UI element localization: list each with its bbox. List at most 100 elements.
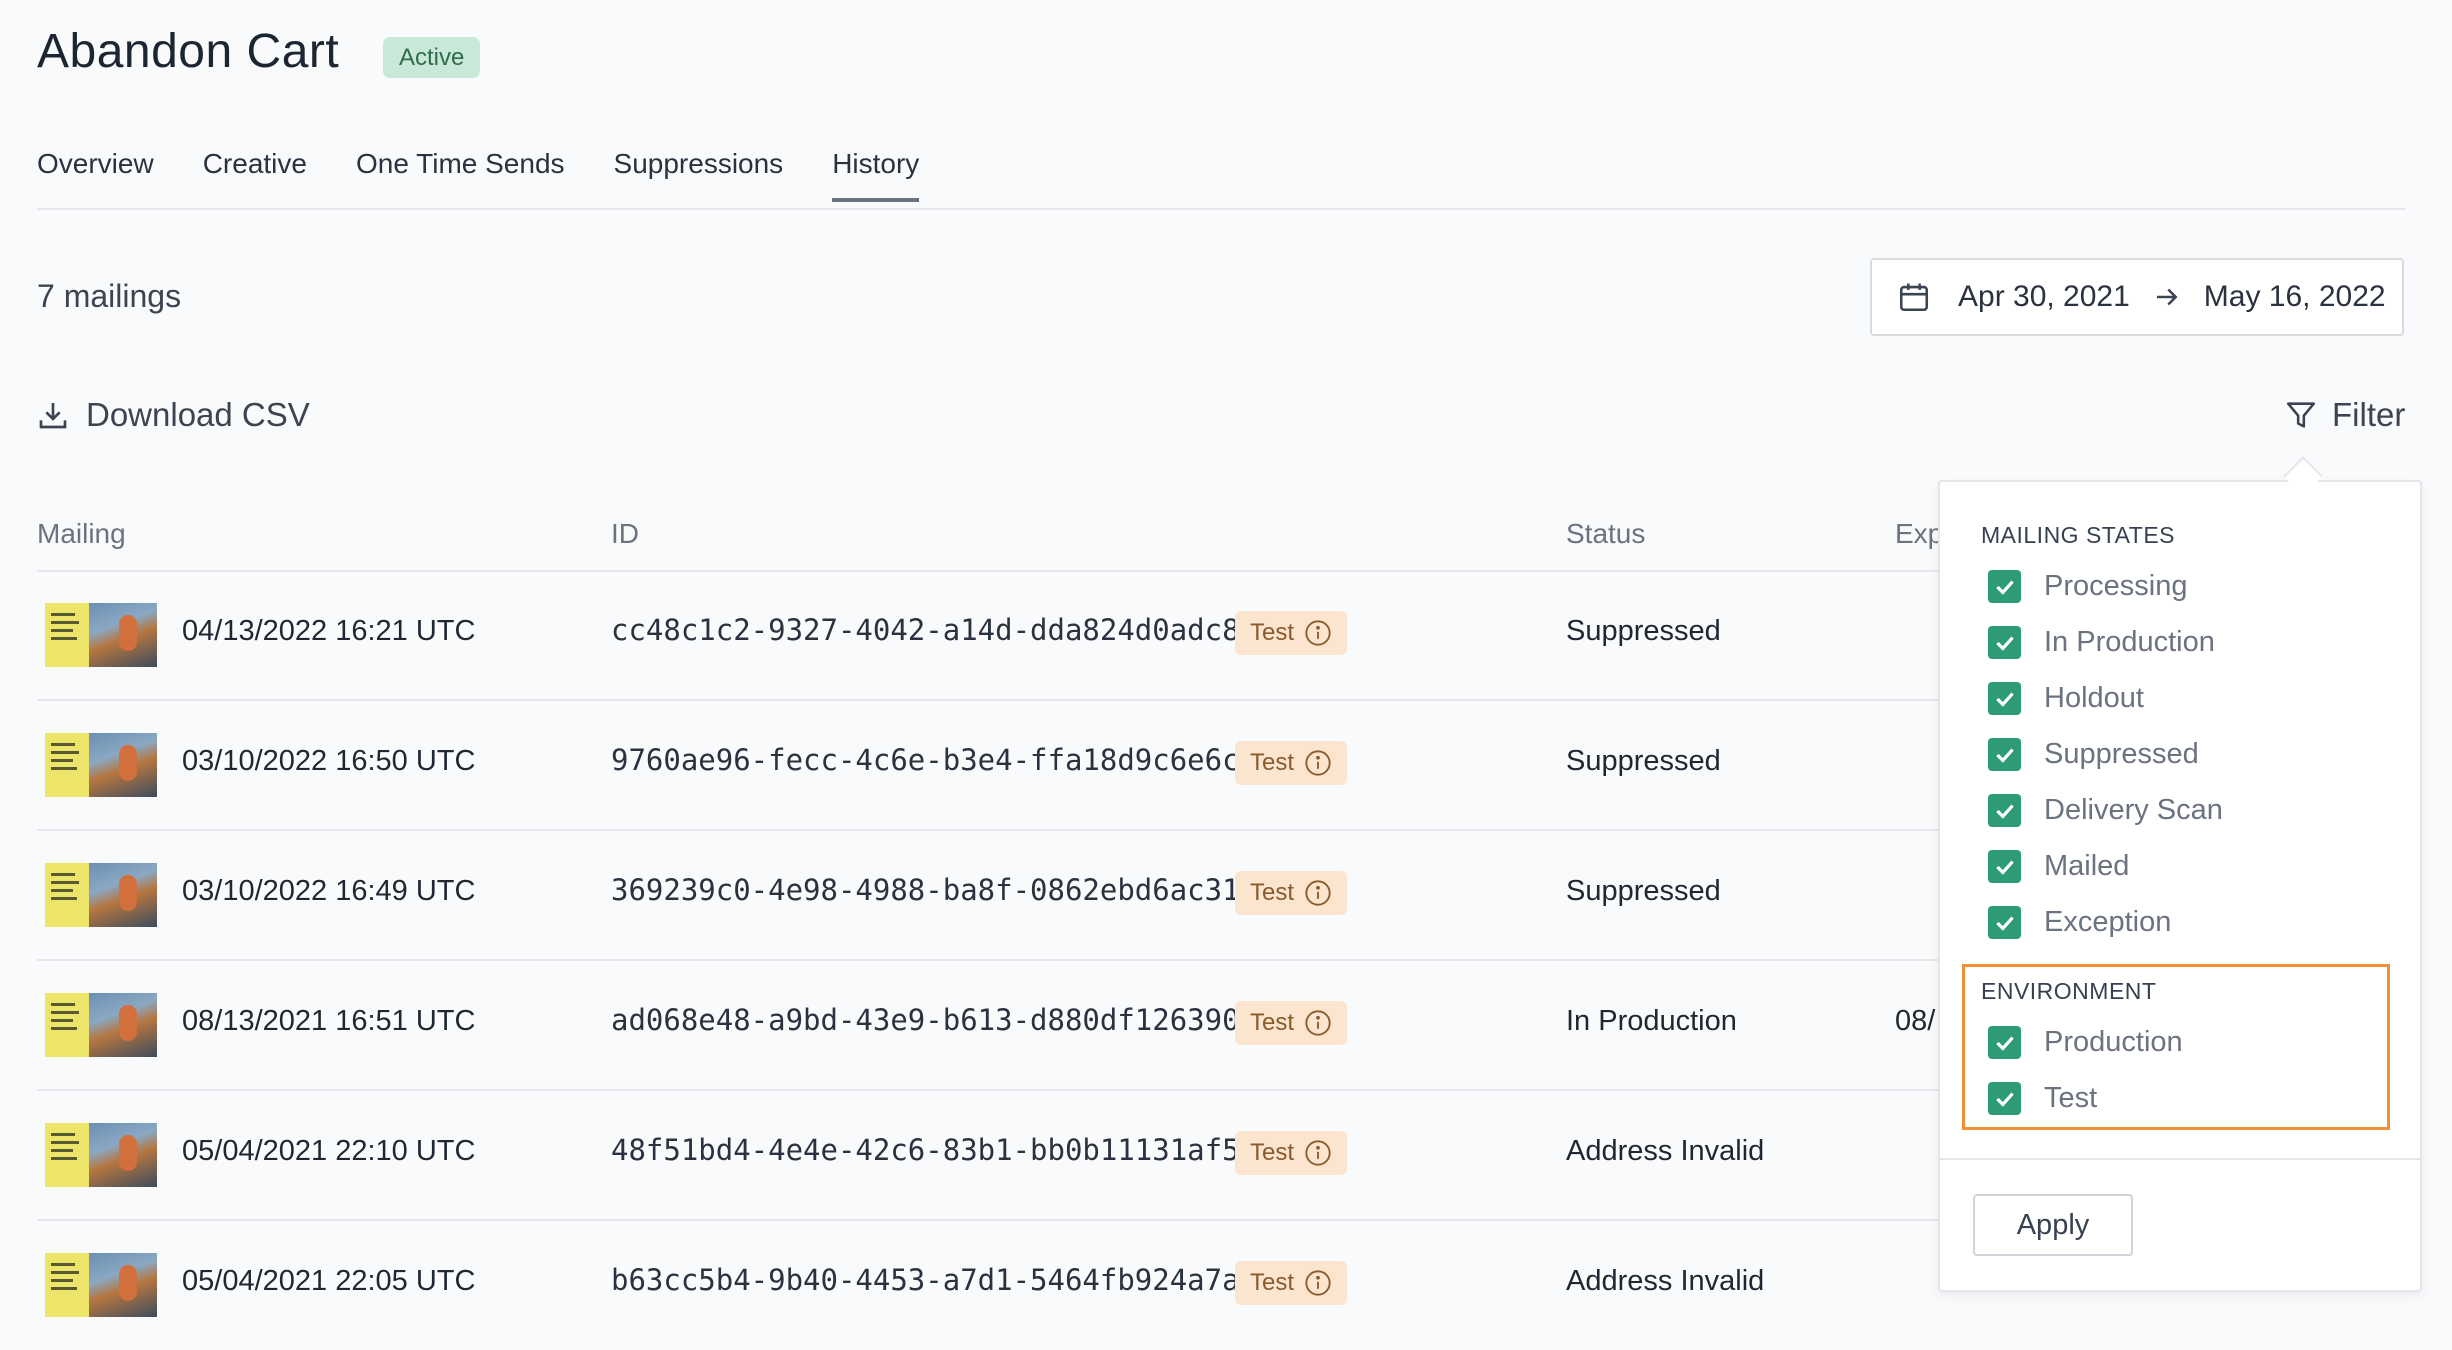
filter-option-label: Delivery Scan [2044, 794, 2223, 826]
mailings-count: 7 mailings [37, 278, 182, 314]
filter-option-delivery-scan[interactable]: Delivery Scan [1988, 794, 2223, 827]
mailing-thumbnail [45, 993, 157, 1057]
test-badge-label: Test [1250, 749, 1295, 776]
mailing-exp: 08/ [1895, 1005, 1936, 1037]
mailing-states-heading: MAILING STATES [1981, 522, 2176, 548]
tab-creative[interactable]: Creative [203, 148, 307, 202]
download-icon [39, 403, 67, 429]
mailing-id: 369239c0-4e98-4988-ba8f-0862ebd6ac31 [611, 873, 1240, 907]
test-badge[interactable]: Test [1235, 1131, 1347, 1175]
mailing-status: In Production [1566, 1005, 1737, 1037]
filter-option-label: Holdout [2044, 682, 2144, 714]
mailing-thumbnail [45, 733, 157, 797]
mailing-thumbnail [45, 863, 157, 927]
tab-bar: Overview Creative One Time Sends Suppres… [37, 148, 968, 202]
test-badge-label: Test [1250, 619, 1295, 646]
filter-dropdown: MAILING STATES Processing In Production … [1938, 480, 2422, 1292]
filter-option-production[interactable]: Production [1988, 1026, 2183, 1059]
mailing-thumbnail [45, 603, 157, 667]
checkbox-checked-icon[interactable] [1988, 570, 2021, 603]
dropdown-divider [1940, 1158, 2420, 1160]
checkbox-checked-icon[interactable] [1988, 682, 2021, 715]
mailing-date: 05/04/2021 22:10 UTC [182, 1135, 476, 1167]
info-icon [1305, 1140, 1331, 1166]
download-csv-label: Download CSV [86, 396, 310, 433]
mailing-id: ad068e48-a9bd-43e9-b613-d880df126390 [611, 1003, 1240, 1037]
filter-option-label: Test [2044, 1082, 2098, 1114]
info-icon [1305, 1270, 1331, 1296]
filter-option-label: Suppressed [2044, 738, 2199, 770]
filter-option-suppressed[interactable]: Suppressed [1988, 738, 2199, 771]
mailing-id: 48f51bd4-4e4e-42c6-83b1-bb0b11131af5 [611, 1133, 1240, 1167]
filter-option-label: Exception [2044, 906, 2172, 938]
mailing-status: Suppressed [1566, 875, 1721, 907]
page-title: Abandon Cart [37, 25, 340, 78]
filter-option-label: Production [2044, 1026, 2183, 1058]
test-badge-label: Test [1250, 1139, 1295, 1166]
column-header-mailing: Mailing [37, 518, 126, 549]
info-icon [1305, 620, 1331, 646]
tab-history[interactable]: History [832, 148, 920, 202]
mailing-id: 9760ae96-fecc-4c6e-b3e4-ffa18d9c6e6c [611, 743, 1240, 777]
filter-option-holdout[interactable]: Holdout [1988, 682, 2144, 715]
info-icon [1305, 750, 1331, 776]
filter-option-in-production[interactable]: In Production [1988, 626, 2215, 659]
date-range-start: Apr 30, 2021 [1958, 280, 2130, 313]
filter-icon [2286, 402, 2316, 428]
status-badge: Active [383, 37, 481, 78]
environment-heading: ENVIRONMENT [1981, 978, 2157, 1004]
filter-option-label: In Production [2044, 626, 2215, 658]
test-badge[interactable]: Test [1235, 871, 1347, 915]
tab-suppressions[interactable]: Suppressions [614, 148, 784, 202]
checkbox-checked-icon[interactable] [1988, 794, 2021, 827]
test-badge[interactable]: Test [1235, 1001, 1347, 1045]
tab-overview[interactable]: Overview [37, 148, 154, 202]
mailing-status: Address Invalid [1566, 1265, 1765, 1297]
mailing-date: 05/04/2021 22:05 UTC [182, 1265, 476, 1297]
mailing-date: 03/10/2022 16:49 UTC [182, 875, 476, 907]
tab-one-time-sends[interactable]: One Time Sends [356, 148, 565, 202]
test-badge-label: Test [1250, 1269, 1295, 1296]
arrow-right-icon [2156, 288, 2178, 306]
column-header-id: ID [611, 518, 639, 549]
checkbox-checked-icon[interactable] [1988, 738, 2021, 771]
test-badge[interactable]: Test [1235, 741, 1347, 785]
mailing-date: 08/13/2021 16:51 UTC [182, 1005, 476, 1037]
checkbox-checked-icon[interactable] [1988, 1082, 2021, 1115]
mailing-id: b63cc5b4-9b40-4453-a7d1-5464fb924a7a [611, 1263, 1240, 1297]
apply-button[interactable]: Apply [1973, 1194, 2133, 1256]
filter-option-processing[interactable]: Processing [1988, 570, 2187, 603]
filter-option-test[interactable]: Test [1988, 1082, 2097, 1115]
mailing-thumbnail [45, 1253, 157, 1317]
info-icon [1305, 1010, 1331, 1036]
checkbox-checked-icon[interactable] [1988, 1026, 2021, 1059]
filter-option-label: Processing [2044, 570, 2188, 602]
test-badge[interactable]: Test [1235, 611, 1347, 655]
filter-option-exception[interactable]: Exception [1988, 906, 2171, 939]
mailing-thumbnail [45, 1123, 157, 1187]
tabs-divider [37, 208, 2405, 210]
date-range-picker[interactable]: Apr 30, 2021 May 16, 2022 [1870, 258, 2404, 336]
filter-label: Filter [2332, 396, 2406, 433]
info-icon [1305, 880, 1331, 906]
column-header-status: Status [1566, 518, 1646, 549]
test-badge-label: Test [1250, 1009, 1295, 1036]
test-badge-label: Test [1250, 879, 1295, 906]
filter-option-label: Mailed [2044, 850, 2130, 882]
download-csv-button[interactable]: Download CSV [37, 396, 310, 434]
test-badge[interactable]: Test [1235, 1261, 1347, 1305]
date-range-end: May 16, 2022 [2203, 280, 2386, 313]
mailing-date: 03/10/2022 16:50 UTC [182, 745, 476, 777]
mailing-date: 04/13/2022 16:21 UTC [182, 615, 476, 647]
mailing-status: Suppressed [1566, 615, 1721, 647]
checkbox-checked-icon[interactable] [1988, 906, 2021, 939]
calendar-icon [1899, 283, 1929, 312]
checkbox-checked-icon[interactable] [1988, 850, 2021, 883]
checkbox-checked-icon[interactable] [1988, 626, 2021, 659]
mailing-status: Address Invalid [1566, 1135, 1765, 1167]
mailing-id: cc48c1c2-9327-4042-a14d-dda824d0adc8 [611, 613, 1240, 647]
mailing-status: Suppressed [1566, 745, 1721, 777]
column-header-exp: Exp [1895, 518, 1944, 549]
filter-option-mailed[interactable]: Mailed [1988, 850, 2129, 883]
filter-button[interactable]: Filter [2284, 396, 2405, 434]
